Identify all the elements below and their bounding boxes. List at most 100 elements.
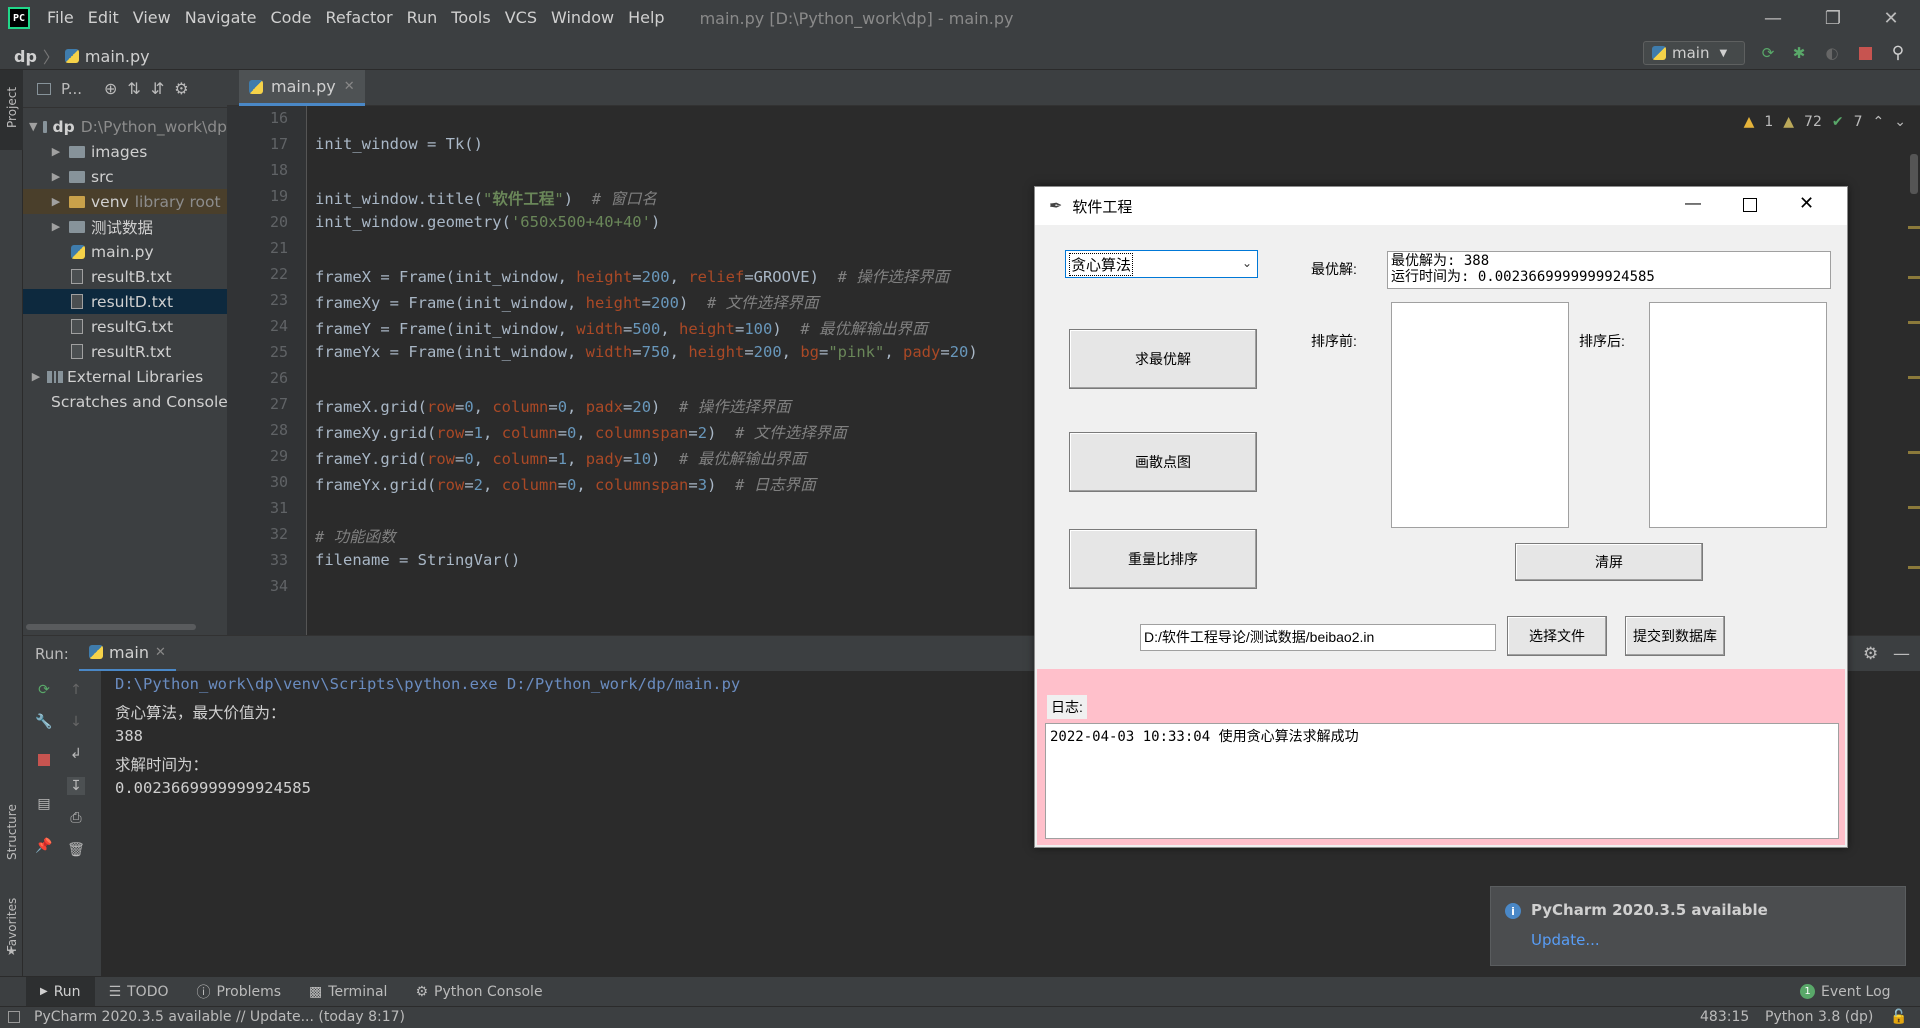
stop-icon[interactable] <box>35 751 53 769</box>
menu-edit[interactable]: Edit <box>81 0 126 36</box>
minimize-button[interactable]: — <box>1744 0 1802 36</box>
soft-wrap-icon[interactable]: ↲ <box>67 745 85 763</box>
menu-tools[interactable]: Tools <box>444 0 497 36</box>
restore-button[interactable]: ❐ <box>1804 0 1862 36</box>
gear-icon[interactable]: ⚙ <box>174 79 188 98</box>
menu-run[interactable]: Run <box>400 0 445 36</box>
menu-view[interactable]: View <box>126 0 178 36</box>
gear-icon[interactable]: ⚙ <box>1863 644 1878 664</box>
status-message[interactable]: PyCharm 2020.3.5 available // Update... … <box>34 1009 405 1025</box>
chevron-down-icon[interactable]: ⌄ <box>1894 114 1906 130</box>
arrow-up-icon[interactable]: ↑ <box>67 681 85 699</box>
bottom-tab-todo[interactable]: ☰ TODO <box>95 977 183 1007</box>
close-tab-icon[interactable]: ✕ <box>155 645 166 660</box>
breadcrumb-project[interactable]: dp <box>14 47 37 66</box>
warning-marker[interactable] <box>1908 506 1920 509</box>
print-icon[interactable]: ⎙ <box>67 809 85 827</box>
after-sort-text[interactable] <box>1649 302 1827 528</box>
hide-panel-icon[interactable]: — <box>1893 644 1910 664</box>
menu-refactor[interactable]: Refactor <box>318 0 399 36</box>
chevron-right-icon[interactable]: ▶ <box>49 195 63 208</box>
wrench-icon[interactable]: 🔧 <box>35 713 53 731</box>
debug-icon[interactable]: ✱ <box>1790 44 1808 62</box>
project-view-selector[interactable]: P... <box>61 80 82 98</box>
tree-item-scratches[interactable]: Scratches and Consoles <box>23 389 227 414</box>
tree-item-src[interactable]: ▶ src <box>23 164 227 189</box>
best-solution-text[interactable]: 最优解为: 388 运行时间为: 0.0023669999999924585 <box>1387 251 1831 289</box>
layout-icon[interactable]: ▤ <box>35 795 53 813</box>
lock-icon[interactable]: 🔓 <box>1890 1009 1907 1025</box>
horizontal-scrollbar[interactable] <box>26 624 196 630</box>
log-text[interactable]: 2022-04-03 10:33:04 使用贪心算法求解成功 <box>1045 723 1839 839</box>
project-tool-label[interactable]: Project <box>5 87 19 128</box>
algorithm-combobox[interactable]: 贪心算法 ⌄ <box>1065 250 1258 278</box>
chevron-right-icon[interactable]: ▶ <box>49 145 63 158</box>
tree-item-dp[interactable]: ▼ dp D:\Python_work\dp <box>23 114 227 139</box>
bottom-tab-python-console[interactable]: ⚙ Python Console <box>401 977 556 1007</box>
editor-scroll-thumb[interactable] <box>1910 154 1918 194</box>
warning-marker[interactable] <box>1908 451 1920 454</box>
menu-window[interactable]: Window <box>544 0 621 36</box>
arrow-down-icon[interactable]: ↓ <box>67 713 85 731</box>
tab-main-py[interactable]: main.py ✕ <box>239 70 365 106</box>
clear-screen-button[interactable]: 清屏 <box>1515 543 1703 581</box>
menu-help[interactable]: Help <box>621 0 671 36</box>
tk-minimize-button[interactable]: — <box>1685 195 1701 213</box>
tree-item-resultr[interactable]: resultR.txt <box>23 339 227 364</box>
before-sort-text[interactable] <box>1391 302 1569 528</box>
tree-item-images[interactable]: ▶ images <box>23 139 227 164</box>
tree-item-external-libraries[interactable]: ▶ External Libraries <box>23 364 227 389</box>
tree-item-resultd[interactable]: resultD.txt <box>23 289 227 314</box>
update-link[interactable]: Update... <box>1531 931 1600 949</box>
menu-file[interactable]: File <box>40 0 81 36</box>
warning-marker[interactable] <box>1908 321 1920 324</box>
bottom-tab-problems[interactable]: ⓘ Problems <box>183 977 296 1007</box>
choose-file-button[interactable]: 选择文件 <box>1507 616 1607 656</box>
breadcrumb-file[interactable]: main.py <box>85 47 150 66</box>
solve-optimal-button[interactable]: 求最优解 <box>1069 329 1257 389</box>
chevron-down-icon[interactable]: ⌄ <box>1242 256 1252 270</box>
chevron-down-icon[interactable]: ▼ <box>29 120 37 133</box>
cursor-position[interactable]: 483:15 <box>1700 1009 1749 1025</box>
submit-database-button[interactable]: 提交到数据库 <box>1625 616 1725 656</box>
file-path-input[interactable]: D:/软件工程导论/测试数据/beibao2.in <box>1140 624 1496 651</box>
menu-code[interactable]: Code <box>264 0 319 36</box>
coverage-icon[interactable]: ◐ <box>1823 44 1841 62</box>
chevron-right-icon[interactable]: ▶ <box>49 170 63 183</box>
tree-item-venv[interactable]: ▶ venv library root <box>23 189 227 214</box>
scatter-plot-button[interactable]: 画散点图 <box>1069 432 1257 492</box>
event-log-button[interactable]: 1 Event Log <box>1786 977 1905 1007</box>
close-tab-icon[interactable]: ✕ <box>344 79 355 94</box>
bottom-tab-terminal[interactable]: ▩ Terminal <box>295 977 401 1007</box>
bottom-tab-run[interactable]: ▶ Run <box>26 976 95 1007</box>
sort-by-ratio-button[interactable]: 重量比排序 <box>1069 529 1257 589</box>
locate-icon[interactable]: ⊕ <box>104 79 117 98</box>
warning-marker[interactable] <box>1908 226 1920 229</box>
tree-item-test-data[interactable]: ▶ 测试数据 <box>23 214 227 239</box>
menu-vcs[interactable]: VCS <box>498 0 544 36</box>
warning-marker[interactable] <box>1908 376 1920 379</box>
warning-marker[interactable] <box>1908 276 1920 279</box>
tk-maximize-button[interactable] <box>1743 198 1757 212</box>
interpreter-label[interactable]: Python 3.8 (dp) <box>1765 1009 1873 1025</box>
tree-item-main-py[interactable]: main.py <box>23 239 227 264</box>
trash-icon[interactable]: 🗑 <box>67 841 85 859</box>
tk-close-button[interactable]: ✕ <box>1799 193 1814 214</box>
run-config-selector[interactable]: main ▼ <box>1643 41 1745 65</box>
rerun-icon[interactable]: ⟳ <box>35 681 53 699</box>
run-tab-main[interactable]: main ✕ <box>79 636 176 672</box>
scroll-to-end-icon[interactable]: ↧ <box>67 777 85 795</box>
close-button[interactable]: ✕ <box>1862 0 1920 36</box>
expand-all-icon[interactable]: ⇅ <box>127 79 140 98</box>
collapse-all-icon[interactable]: ⇵ <box>151 79 164 98</box>
toggle-tool-windows-icon[interactable] <box>8 1011 20 1023</box>
structure-tool-label[interactable]: Structure <box>5 804 19 860</box>
pin-icon[interactable]: 📌 <box>35 837 53 855</box>
search-icon[interactable]: ⚲ <box>1889 43 1907 63</box>
inspection-widget[interactable]: ▲ 1 ▲ 72 ✔ 7 ⌃ ⌄ <box>1744 114 1906 130</box>
tree-item-resultg[interactable]: resultG.txt <box>23 314 227 339</box>
rerun-icon[interactable]: ⟳ <box>1759 44 1777 62</box>
chevron-right-icon[interactable]: ▶ <box>29 370 43 383</box>
stop-icon[interactable] <box>1856 44 1874 62</box>
chevron-up-icon[interactable]: ⌃ <box>1873 114 1885 130</box>
